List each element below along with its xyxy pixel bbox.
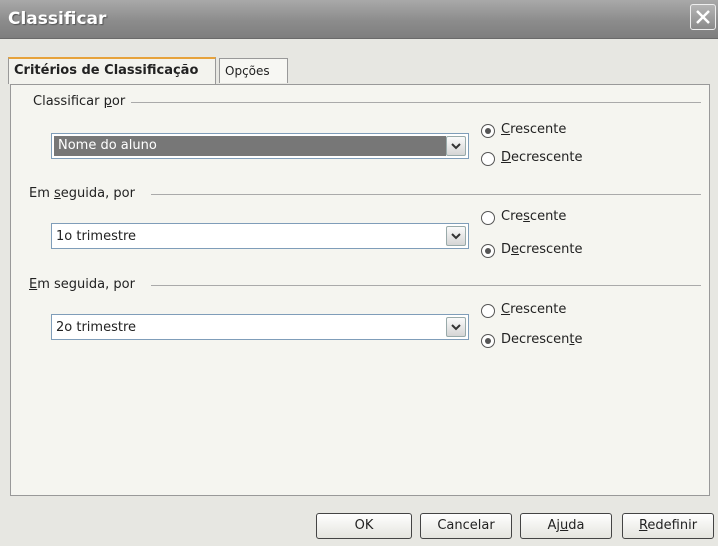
radio-indicator: [481, 304, 495, 318]
close-icon: [696, 10, 710, 24]
window-title: Classificar: [8, 9, 107, 29]
group-label-then-by-1: Em seguida, por: [29, 186, 141, 201]
tab-options[interactable]: Opções: [219, 58, 288, 83]
group-label-sort-by: Classificar por: [33, 94, 132, 109]
group-separator: [151, 285, 701, 286]
sort-key-2-select[interactable]: 1o trimestre: [51, 223, 469, 249]
radio-indicator: [481, 334, 495, 348]
tab-label: Opções: [225, 64, 270, 78]
dropdown-button[interactable]: [446, 226, 466, 246]
radio-indicator: [481, 211, 495, 225]
title-bar: Classificar: [0, 0, 718, 39]
sort-key-3-select[interactable]: 2o trimestre: [51, 314, 469, 340]
sort-criteria-panel: Classificar por Nome do aluno Crescente …: [10, 84, 710, 496]
sort-key-1-select[interactable]: Nome do aluno: [51, 133, 469, 159]
group-label-then-by-2: Em seguida, por: [29, 277, 141, 292]
cancel-button[interactable]: Cancelar: [420, 513, 512, 539]
close-button[interactable]: [690, 4, 716, 30]
chevron-down-icon: [451, 324, 461, 331]
chevron-down-icon: [451, 143, 461, 150]
select-value: 2o trimestre: [56, 320, 136, 335]
reset-button[interactable]: Redefinir: [622, 513, 714, 539]
dropdown-button[interactable]: [446, 317, 466, 337]
select-value: 1o trimestre: [56, 229, 136, 244]
group-separator: [131, 102, 701, 103]
radio-indicator: [481, 124, 495, 138]
radio-indicator: [481, 244, 495, 258]
group-separator: [151, 194, 701, 195]
tab-sort-criteria[interactable]: Critérios de Classificação: [8, 57, 216, 84]
ok-button[interactable]: OK: [316, 513, 412, 539]
select-value: Nome do aluno: [54, 136, 446, 156]
tab-label: Critérios de Classificação: [14, 63, 199, 78]
help-button[interactable]: Ajuda: [520, 513, 612, 539]
dropdown-button[interactable]: [446, 136, 466, 156]
chevron-down-icon: [451, 233, 461, 240]
radio-indicator: [481, 152, 495, 166]
